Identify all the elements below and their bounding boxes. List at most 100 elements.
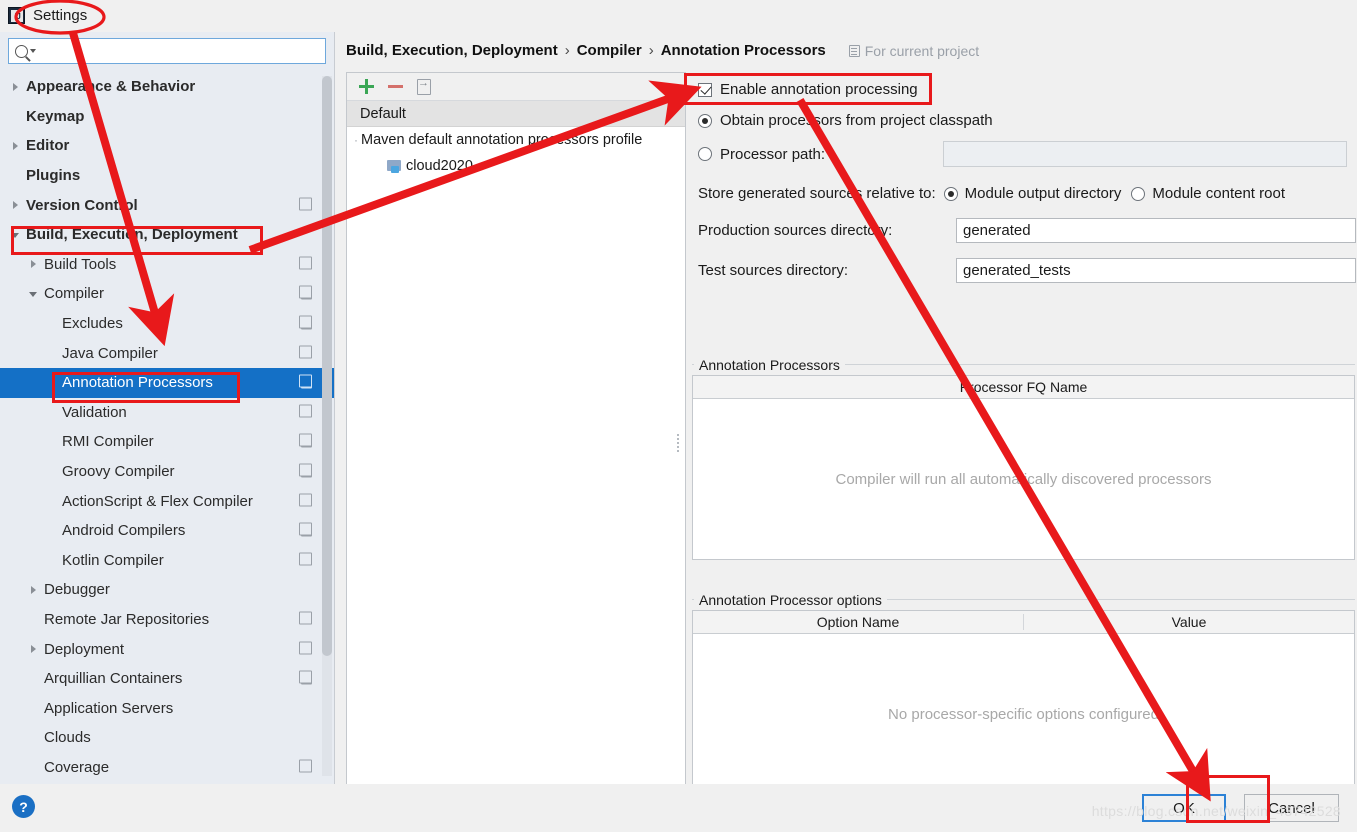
sidebar-item-label: Excludes [62, 315, 123, 333]
copy-settings-icon[interactable] [298, 759, 312, 773]
sidebar-scrollbar-thumb[interactable] [322, 76, 332, 656]
enable-annotation-processing-checkbox[interactable] [698, 82, 712, 97]
copy-settings-icon[interactable] [298, 670, 312, 685]
copy-settings-icon[interactable] [298, 285, 312, 300]
sidebar-item-label: Editor [26, 137, 70, 155]
sidebar-item-android-compilers[interactable]: Android Compilers [0, 516, 334, 546]
plus-icon[interactable] [359, 79, 374, 94]
help-button[interactable]: ? [12, 795, 35, 818]
chevron-right-icon[interactable] [26, 645, 40, 654]
sidebar-item-validation[interactable]: Validation [0, 398, 334, 428]
module-content-root-radio[interactable] [1131, 186, 1146, 201]
options-column-value[interactable]: Value [1023, 614, 1354, 630]
sidebar-item-debugger[interactable]: Debugger [0, 575, 334, 605]
module-output-directory-label: Module output directory [964, 185, 1122, 202]
search-input[interactable] [41, 43, 321, 59]
sidebar-item-groovy-compiler[interactable]: Groovy Compiler [0, 457, 334, 487]
panel-splitter[interactable] [675, 432, 681, 458]
search-field[interactable] [8, 38, 326, 64]
sidebar-item-deployment[interactable]: Deployment [0, 634, 334, 664]
processor-path-radio[interactable] [698, 147, 712, 161]
copy-settings-icon[interactable] [298, 345, 312, 359]
profiles-header-row: Default [347, 101, 685, 127]
copy-settings-icon[interactable] [298, 641, 312, 655]
options-group-divider: Annotation Processor options [692, 592, 1355, 608]
breadcrumb-part-2[interactable]: Compiler [577, 42, 642, 59]
sidebar-item-remote-jar-repositories[interactable]: Remote Jar Repositories [0, 605, 334, 635]
sidebar-item-plugins[interactable]: Plugins [0, 161, 334, 191]
copy-settings-icon[interactable] [298, 463, 312, 478]
copy-settings-icon[interactable] [298, 197, 312, 211]
options-table-empty-text: No processor-specific options configured [888, 705, 1159, 723]
sidebar-item-label: Kotlin Compiler [62, 551, 164, 569]
copy-settings-icon[interactable] [298, 433, 312, 448]
sidebar-item-kotlin-compiler[interactable]: Kotlin Compiler [0, 546, 334, 576]
sidebar-item-excludes[interactable]: Excludes [0, 309, 334, 339]
copy-settings-icon[interactable] [298, 374, 312, 389]
copy-settings-icon[interactable] [298, 552, 312, 566]
sidebar-item-java-compiler[interactable]: Java Compiler [0, 338, 334, 368]
scope-label: For current project [864, 42, 980, 59]
sidebar-item-compiler[interactable]: Compiler [0, 279, 334, 309]
sidebar-item-rmi-compiler[interactable]: RMI Compiler [0, 427, 334, 457]
chevron-right-icon[interactable] [8, 141, 22, 150]
store-relative-option-module-output[interactable]: Module output directory [943, 185, 1122, 202]
sidebar-item-label: Remote Jar Repositories [44, 610, 210, 628]
sidebar-item-coverage[interactable]: Coverage [0, 753, 334, 783]
copy-settings-icon[interactable] [298, 404, 312, 418]
obtain-from-classpath-radio[interactable] [698, 113, 712, 128]
title-bar: Settings [0, 0, 1357, 30]
copy-settings-icon[interactable] [298, 493, 312, 507]
sidebar-item-label: Compiler [44, 285, 105, 303]
chevron-right-icon[interactable] [26, 585, 40, 594]
copy-settings-icon[interactable] [298, 256, 312, 270]
copy-settings-icon[interactable] [298, 611, 312, 625]
chevron-down-icon[interactable] [26, 290, 40, 298]
processor-path-row[interactable]: Processor path: [690, 129, 1357, 167]
sidebar-item-editor[interactable]: Editor [0, 131, 334, 161]
options-column-name[interactable]: Option Name [693, 614, 1023, 630]
sidebar-item-label: Validation [62, 403, 127, 421]
sidebar-item-build-execution-deployment[interactable]: Build, Execution, Deployment [0, 220, 334, 250]
sidebar-scrollbar[interactable] [322, 76, 332, 776]
breadcrumb-part-1[interactable]: Build, Execution, Deployment [346, 42, 558, 59]
processors-table[interactable]: Processor FQ Name Compiler will run all … [692, 375, 1355, 560]
minus-icon[interactable] [388, 85, 403, 88]
profiles-list: · Maven default annotation processors pro… [347, 127, 685, 179]
sidebar-item-annotation-processors[interactable]: Annotation Processors [0, 367, 334, 398]
processors-table-empty-text: Compiler will run all automatically disc… [835, 470, 1212, 488]
project-scope-icon [848, 44, 860, 57]
sidebar-item-keymap[interactable]: Keymap [0, 102, 334, 132]
sidebar-item-clouds[interactable]: Clouds [0, 723, 334, 753]
settings-tree: Appearance & Behavior Keymap Editor Plugins… [0, 72, 334, 784]
module-output-directory-radio[interactable] [943, 186, 958, 201]
chevron-right-icon[interactable] [26, 260, 40, 269]
options-table[interactable]: Option Name Value No processor-specific … [692, 610, 1355, 795]
chevron-down-icon[interactable] [8, 231, 22, 239]
tree-handle-icon[interactable]: · [351, 133, 361, 147]
sidebar-item-application-servers[interactable]: Application Servers [0, 693, 334, 723]
enable-annotation-processing-row[interactable]: Enable annotation processing [690, 72, 1357, 98]
chevron-right-icon[interactable] [8, 82, 22, 91]
sidebar-item-label: Clouds [44, 729, 91, 747]
obtain-from-classpath-row[interactable]: Obtain processors from project classpath [690, 98, 1357, 129]
move-to-profile-icon[interactable] [417, 77, 431, 95]
sidebar-item-version-control[interactable]: Version Control [0, 190, 334, 220]
copy-settings-icon[interactable] [298, 522, 312, 537]
profile-module-row[interactable]: cloud2020 [347, 153, 685, 179]
copy-settings-icon[interactable] [298, 315, 312, 330]
processors-column-fqname[interactable]: Processor FQ Name [693, 379, 1354, 395]
sidebar-item-appearance-behavior[interactable]: Appearance & Behavior [0, 72, 334, 102]
sidebar-item-label: Plugins [26, 167, 81, 185]
store-relative-option-content-root[interactable]: Module content root [1131, 185, 1285, 202]
profile-row[interactable]: · Maven default annotation processors pro… [347, 127, 685, 153]
processor-path-input[interactable] [943, 141, 1348, 167]
sidebar-item-actionscript-flex-compiler[interactable]: ActionScript & Flex Compiler [0, 486, 334, 516]
test-sources-input[interactable] [956, 258, 1356, 283]
production-sources-input[interactable] [956, 218, 1356, 243]
sidebar-item-arquillian-containers[interactable]: Arquillian Containers [0, 664, 334, 694]
sidebar-item-build-tools[interactable]: Build Tools [0, 250, 334, 280]
production-sources-label: Production sources directory: [698, 222, 893, 239]
search-options-chevron-icon[interactable] [30, 49, 36, 53]
chevron-right-icon[interactable] [8, 201, 22, 210]
